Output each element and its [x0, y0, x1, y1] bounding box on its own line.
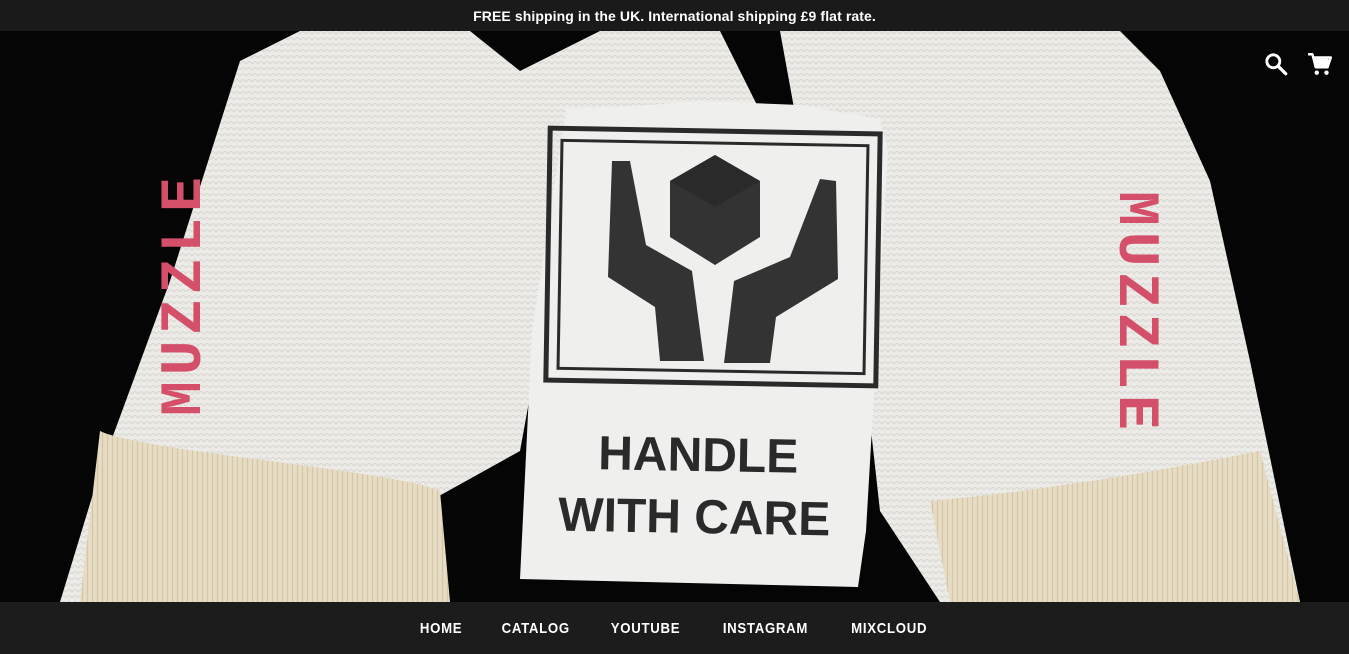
nav-catalog[interactable]: CATALOG — [501, 620, 569, 637]
hero-image: MUZZLE MUZZLE HANDLE WITH CARE — [60, 31, 1300, 602]
nav-home[interactable]: HOME — [419, 620, 461, 637]
label-line-2: WITH CARE — [558, 489, 831, 547]
label-line-1: HANDLE — [598, 427, 799, 483]
left-glove-stamp: MUZZLE — [153, 171, 218, 416]
search-icon[interactable] — [1263, 51, 1289, 77]
main-nav: HOME CATALOG YOUTUBE INSTAGRAM MIXCLOUD — [0, 602, 1349, 654]
right-glove-stamp: MUZZLE — [1102, 191, 1167, 436]
nav-mixcloud[interactable]: MIXCLOUD — [851, 620, 927, 637]
handle-with-care-label: HANDLE WITH CARE — [520, 101, 888, 587]
announcement-text: FREE shipping in the UK. International s… — [473, 7, 876, 24]
header-icons — [1263, 51, 1333, 77]
nav-instagram[interactable]: INSTAGRAM — [723, 620, 808, 637]
nav-youtube[interactable]: YOUTUBE — [611, 620, 680, 637]
hero-banner: MUZZLE MUZZLE HANDLE WITH CARE — [0, 31, 1349, 602]
announcement-bar: FREE shipping in the UK. International s… — [0, 0, 1349, 31]
cart-icon[interactable] — [1307, 51, 1333, 77]
